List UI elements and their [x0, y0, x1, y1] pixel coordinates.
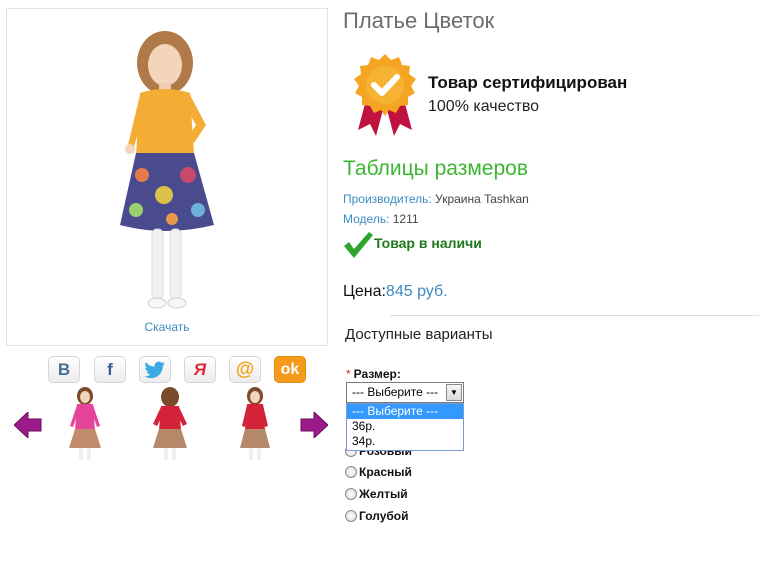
- size-option[interactable]: --- Выберите ---: [347, 404, 463, 419]
- color-option-label: Красный: [359, 465, 412, 479]
- thumbnail-red-dress-front[interactable]: [235, 386, 275, 464]
- certificate-subtitle: 100% качество: [428, 98, 540, 115]
- arrow-right-icon[interactable]: [300, 412, 328, 438]
- model-line: Модель: 1211: [343, 212, 419, 226]
- size-option-label: * Размер:: [346, 367, 401, 381]
- manufacturer-line: Производитель: Украина Tashkan: [343, 192, 529, 206]
- girl-in-yellow-dress-image: [120, 31, 214, 309]
- in-stock-check-icon: [344, 232, 373, 258]
- manufacturer-label[interactable]: Производитель:: [343, 192, 432, 206]
- size-dropdown-list: --- Выберите --- 36р. 34р.: [346, 403, 464, 451]
- required-mark: *: [346, 367, 351, 381]
- moimir-icon[interactable]: Я: [184, 356, 216, 383]
- model-value: 1211: [392, 212, 419, 226]
- size-option[interactable]: 36р.: [347, 419, 463, 434]
- size-option[interactable]: 34р.: [347, 434, 463, 449]
- mailru-icon[interactable]: @: [229, 356, 261, 383]
- download-link[interactable]: Скачать: [7, 320, 327, 334]
- thumbnail-red-dress-back[interactable]: [150, 386, 190, 464]
- main-product-image[interactable]: Скачать: [6, 8, 328, 346]
- color-option-label: Желтый: [359, 487, 408, 501]
- manufacturer-value: Украина Tashkan: [435, 192, 529, 206]
- color-option-yellow[interactable]: Желтый: [345, 487, 408, 501]
- divider: [390, 315, 759, 316]
- size-select[interactable]: --- Выберите --- ▼: [346, 382, 464, 403]
- price-line: Цена:845 руб.: [343, 283, 448, 301]
- product-title: Платье Цветок: [343, 8, 495, 33]
- thumbnail-pink-dress[interactable]: [65, 386, 105, 464]
- certificate-title: Товар сертифицирован: [428, 73, 628, 92]
- options-heading: Доступные варианты: [345, 326, 493, 343]
- radio-button[interactable]: [345, 488, 357, 500]
- vk-icon[interactable]: В: [48, 356, 80, 383]
- odnoklassniki-icon[interactable]: ok: [274, 356, 306, 383]
- chevron-down-icon[interactable]: ▼: [446, 384, 462, 401]
- stock-status: Товар в наличи: [374, 235, 482, 251]
- facebook-icon[interactable]: f: [94, 356, 126, 383]
- size-select-value: --- Выберите ---: [352, 385, 439, 399]
- color-option-label: Голубой: [359, 509, 409, 523]
- price-value: 845 руб.: [385, 283, 448, 300]
- thumbnail-carousel: [10, 386, 330, 466]
- price-label: Цена:: [343, 283, 386, 300]
- model-label: Модель:: [343, 212, 390, 226]
- arrow-left-icon[interactable]: [14, 412, 42, 438]
- color-option-blue[interactable]: Голубой: [345, 509, 409, 523]
- radio-button[interactable]: [345, 510, 357, 522]
- certified-badge-icon: [354, 54, 416, 136]
- size-label-text: Размер:: [353, 367, 401, 381]
- radio-button[interactable]: [345, 466, 357, 478]
- twitter-icon[interactable]: [139, 356, 171, 383]
- size-tables-link[interactable]: Таблицы размеров: [343, 157, 528, 181]
- color-option-red[interactable]: Красный: [345, 465, 412, 479]
